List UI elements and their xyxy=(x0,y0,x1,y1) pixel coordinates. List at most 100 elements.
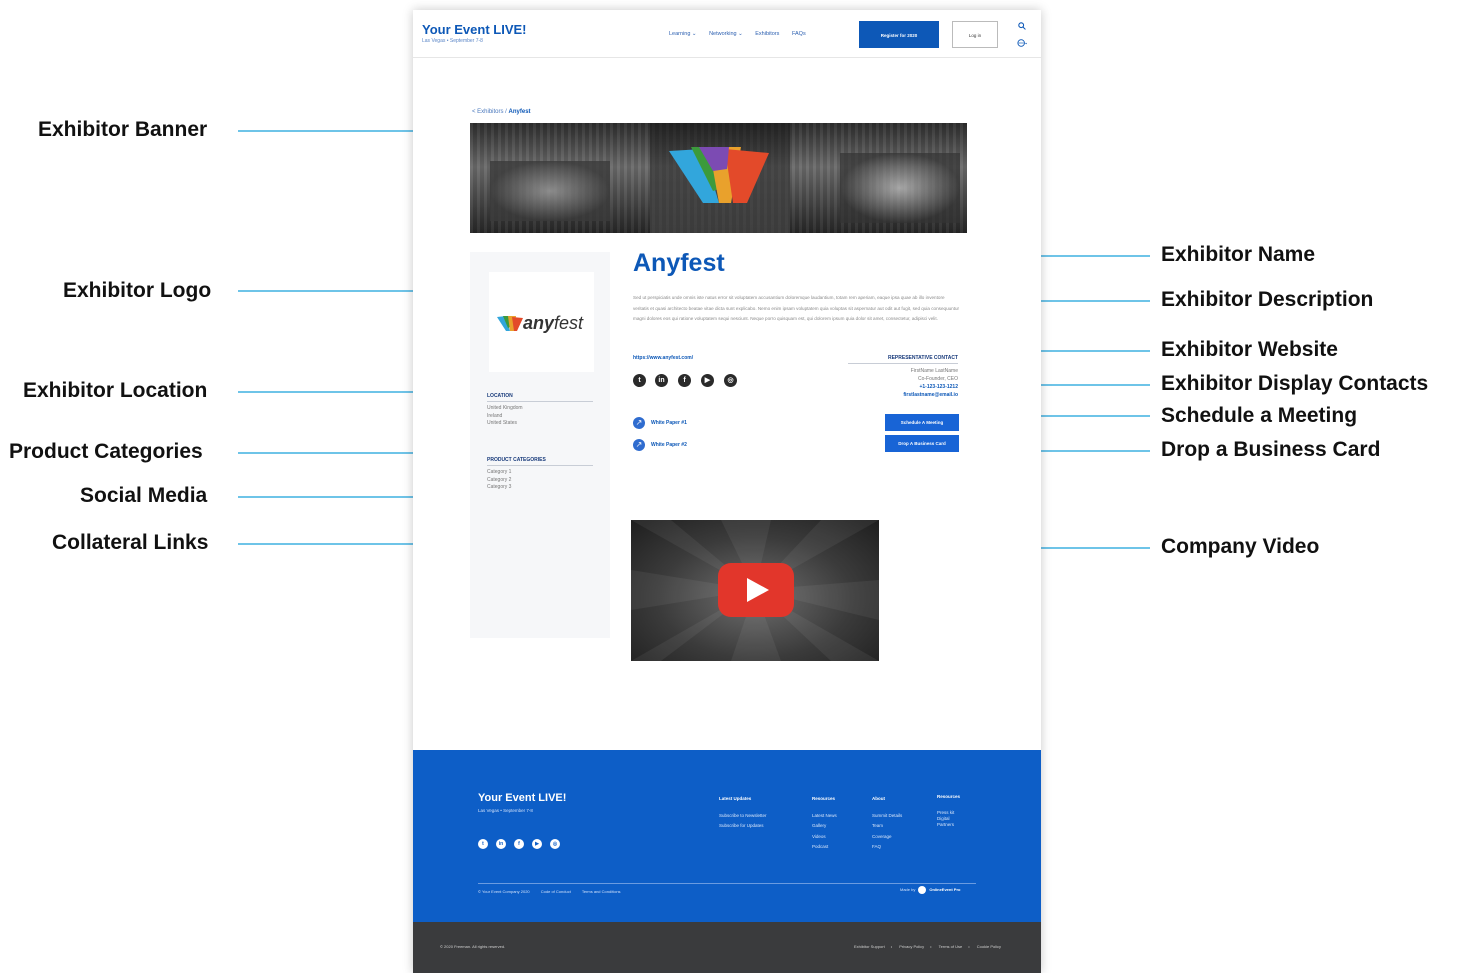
footer-column-resources: Resources Latest News Gallery Videos Pod… xyxy=(812,794,837,853)
footer-brand-subtitle: Las Vegas • September 7-8 xyxy=(478,808,533,813)
footer-divider xyxy=(478,883,976,884)
login-button[interactable]: Log in xyxy=(952,21,998,48)
exhibitor-banner xyxy=(470,123,967,233)
nav-item-networking[interactable]: Networking ⌄ xyxy=(709,31,743,37)
footer-link[interactable]: Summit Details xyxy=(872,811,902,822)
bottom-links: Exhibitor Support • Privacy Policy • Terms… xyxy=(848,944,1001,949)
collateral-link-label: White Paper #2 xyxy=(651,441,687,448)
logo-text-bold: any xyxy=(523,313,555,333)
product-categories-list: Category 1 Category 2 Category 3 xyxy=(487,469,511,492)
anyfest-logo-mark-icon xyxy=(497,316,523,331)
footer-link[interactable]: Gallery xyxy=(812,821,837,832)
banner-photo-area xyxy=(840,153,960,223)
location-item: United Kingdom xyxy=(487,405,523,411)
footer-made-by: Made by OnlineEvent Pro xyxy=(900,886,960,894)
breadcrumb: < Exhibitors / Anyfest xyxy=(472,109,531,115)
linkedin-icon[interactable]: in xyxy=(655,374,668,387)
made-by-prefix: Made by xyxy=(900,887,916,893)
company-video[interactable] xyxy=(631,520,879,661)
annotation-exhibitor-name: Exhibitor Name xyxy=(1161,243,1316,266)
bottom-bar: © 2020 Freeman. All rights reserved. Exh… xyxy=(413,922,1041,973)
exhibitor-logo-text: anyfest xyxy=(523,313,583,334)
register-button[interactable]: Register for 2020 xyxy=(859,21,939,48)
footer-copyright: © Your Event Company 2020 xyxy=(478,889,530,894)
facebook-icon[interactable]: f xyxy=(678,374,691,387)
collateral-link[interactable]: ↗ White Paper #2 xyxy=(633,436,687,451)
youtube-icon[interactable]: ▶ xyxy=(701,374,714,387)
bottom-copyright: © 2020 Freeman. All rights reserved. xyxy=(440,944,506,949)
rep-phone[interactable]: +1-123-123-1212 xyxy=(833,383,958,391)
annotation-company-video: Company Video xyxy=(1161,535,1320,558)
twitter-icon[interactable]: t xyxy=(633,374,646,387)
instagram-icon[interactable]: ◎ xyxy=(724,374,737,387)
collateral-link-label: White Paper #1 xyxy=(651,419,687,426)
schedule-meeting-button[interactable]: Schedule A Meeting xyxy=(885,414,959,431)
rep-title: Co-Founder, CEO xyxy=(917,376,958,382)
platform-logo-icon xyxy=(918,886,927,894)
category-item[interactable]: Category 1 xyxy=(487,469,511,477)
categories-divider xyxy=(487,465,593,466)
bottom-link[interactable]: Privacy Policy xyxy=(899,944,924,949)
footer-legal-link[interactable]: Code of Conduct xyxy=(541,889,571,894)
nav-item-faqs[interactable]: FAQs xyxy=(792,31,806,37)
nav-item-learning[interactable]: Learning ⌄ xyxy=(669,31,697,37)
search-icon[interactable] xyxy=(1018,22,1026,30)
exhibitor-page-mockup: Your Event LIVE! Las Vegas • September 7… xyxy=(413,10,1041,973)
footer-column-heading: Resources xyxy=(937,794,961,799)
bottom-separator: • xyxy=(930,944,932,949)
linkedin-icon[interactable]: in xyxy=(496,839,506,849)
footer-legal-links: © Your Event Company 2020 Code of Conduc… xyxy=(478,889,631,894)
rep-email[interactable]: firstlastname@email.io xyxy=(833,391,958,399)
footer-link[interactable]: Subscribe for Updates xyxy=(719,821,767,832)
footer-link[interactable]: Videos xyxy=(812,832,837,843)
location-list: United Kingdom Ireland United States xyxy=(487,405,523,428)
external-link-icon: ↗ xyxy=(633,416,645,429)
drop-business-card-button[interactable]: Drop A Business Card xyxy=(885,435,959,452)
made-by-platform[interactable]: OnlineEvent Pro xyxy=(929,887,960,892)
category-item[interactable]: Category 2 xyxy=(487,477,511,485)
exhibitor-website-link[interactable]: https://www.anyfest.com/ xyxy=(633,355,693,361)
annotation-exhibitor-website: Exhibitor Website xyxy=(1161,338,1338,361)
annotation-exhibitor-banner: Exhibitor Banner xyxy=(38,118,208,141)
location-divider xyxy=(487,401,593,402)
brand-title[interactable]: Your Event LIVE! xyxy=(422,22,527,37)
representative-divider xyxy=(848,363,958,364)
twitter-icon[interactable]: t xyxy=(478,839,488,849)
footer-brand-title[interactable]: Your Event LIVE! xyxy=(478,792,566,804)
globe-icon[interactable] xyxy=(1017,38,1027,48)
footer-link[interactable]: Coverage xyxy=(872,832,902,843)
exhibitor-description: Sed ut perspiciatis unde omnis iste natu… xyxy=(633,295,960,322)
anyfest-w-logo-icon xyxy=(669,147,769,203)
annotation-product-categories: Product Categories xyxy=(9,440,203,463)
youtube-icon[interactable]: ▶ xyxy=(532,839,542,849)
location-label: LOCATION xyxy=(487,393,513,399)
exhibitor-sidebar: anyfest LOCATION United Kingdom Ireland … xyxy=(470,252,610,638)
bottom-separator: • xyxy=(968,944,970,949)
annotation-exhibitor-location: Exhibitor Location xyxy=(23,379,208,402)
footer-link[interactable]: FAQ xyxy=(872,842,902,853)
nav-item-exhibitors[interactable]: Exhibitors xyxy=(755,31,779,37)
site-header: Your Event LIVE! Las Vegas • September 7… xyxy=(413,10,1041,58)
footer-link[interactable]: Podcast xyxy=(812,842,837,853)
main-nav: Learning ⌄ Networking ⌄ Exhibitors FAQs xyxy=(669,31,817,37)
collateral-link[interactable]: ↗ White Paper #1 xyxy=(633,414,687,429)
exhibitor-logo: anyfest xyxy=(489,272,594,372)
footer-column-heading: About xyxy=(872,796,885,801)
category-item[interactable]: Category 3 xyxy=(487,484,511,492)
instagram-icon[interactable]: ◎ xyxy=(550,839,560,849)
footer-column-heading: Resources xyxy=(812,796,836,801)
bottom-separator: • xyxy=(890,944,893,949)
bottom-link[interactable]: Cookie Policy xyxy=(977,944,1001,949)
facebook-icon[interactable]: f xyxy=(514,839,524,849)
footer-link[interactable]: Partners xyxy=(937,822,960,828)
footer-link[interactable]: Team xyxy=(872,821,902,832)
breadcrumb-current: Anyfest xyxy=(508,109,531,115)
bottom-link[interactable]: Terms of Use xyxy=(939,944,963,949)
footer-column-about: About Summit Details Team Coverage FAQ xyxy=(872,794,902,853)
footer-link[interactable]: Subscribe to Newsletter xyxy=(719,811,767,822)
footer-legal-link[interactable]: Terms and Conditions xyxy=(582,889,621,894)
footer-link[interactable]: Latest News xyxy=(812,811,837,822)
play-icon[interactable] xyxy=(718,563,794,617)
bottom-link[interactable]: Exhibitor Support xyxy=(854,944,885,949)
breadcrumb-parent[interactable]: < Exhibitors / xyxy=(472,109,507,115)
